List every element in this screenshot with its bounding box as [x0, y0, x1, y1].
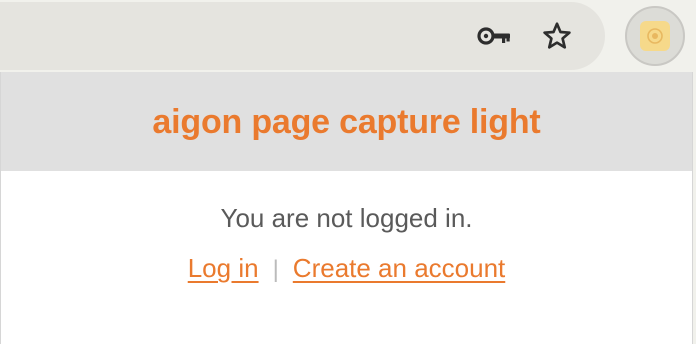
key-icon-svg — [477, 27, 510, 45]
key-icon[interactable] — [476, 18, 512, 54]
aigon-extension-button[interactable] — [625, 6, 685, 66]
extension-popup: aigon page capture light You are not log… — [0, 72, 693, 344]
browser-toolbar — [0, 0, 696, 72]
address-bar[interactable] — [0, 2, 605, 70]
star-icon — [543, 22, 571, 49]
aigon-extension-icon — [640, 21, 670, 51]
login-status-text: You are not logged in. — [220, 203, 473, 233]
link-separator: | — [272, 256, 279, 283]
create-account-link[interactable]: Create an account — [293, 253, 505, 283]
auth-links: Log in | Create an account — [1, 253, 692, 284]
bookmark-star-icon[interactable] — [539, 18, 575, 54]
aigon-logo-icon — [647, 28, 663, 44]
popup-title: aigon page capture light — [152, 103, 541, 141]
popup-header: aigon page capture light — [1, 72, 692, 171]
login-link[interactable]: Log in — [188, 253, 259, 283]
